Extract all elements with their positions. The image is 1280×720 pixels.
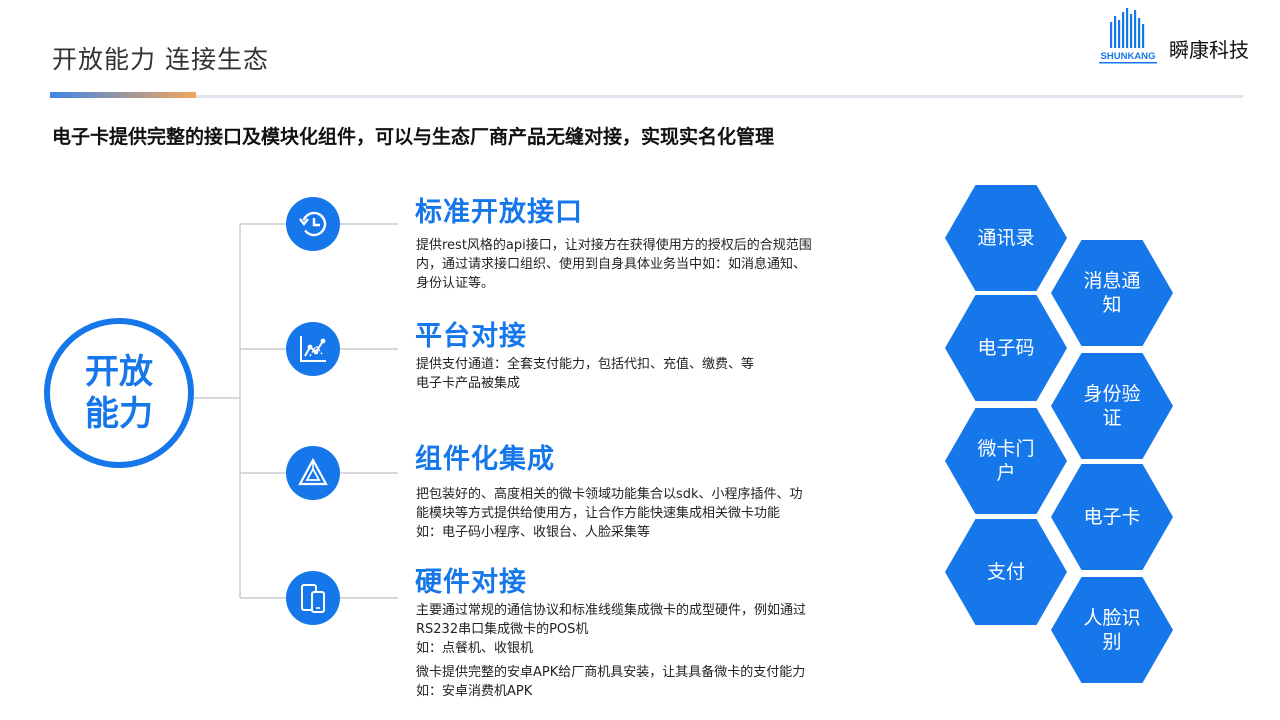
triangle-components-icon [286, 446, 340, 500]
company-name: 瞬康科技 [1169, 38, 1249, 62]
section-title-standard-api: 标准开放接口 [415, 197, 583, 228]
hex-identity-verification: 身份验证 [1051, 353, 1173, 459]
logo-bars-icon: SHUNKANG [1099, 8, 1157, 64]
section-title-hardware-integration: 硬件对接 [415, 567, 527, 598]
section-body-hardware-integration: 主要通过常规的通信协议和标准线缆集成微卡的成型硬件，例如通过 RS232串口集成… [416, 603, 807, 699]
company-logo: SHUNKANG [1096, 8, 1160, 66]
section-title-platform-integration: 平台对接 [415, 321, 527, 352]
hex-e-card: 电子卡 [1051, 464, 1173, 570]
svg-text:SHUNKANG: SHUNKANG [1101, 51, 1156, 62]
section-title-component-integration: 组件化集成 [415, 444, 555, 475]
hex-contacts: 通讯录 [945, 185, 1067, 291]
open-capability-circle: 开放 能力 [44, 318, 194, 468]
section-body-standard-api: 提供rest风格的api接口，让对接方在获得使用方的授权后的合规范围 内，通过请… [416, 238, 812, 291]
history-clock-icon [286, 197, 340, 251]
hex-weika-portal: 微卡门户 [945, 408, 1067, 514]
section-body-component-integration: 把包装好的、高度相关的微卡领域功能集合以sdk、小程序插件、功 能模块等方式提供… [416, 487, 803, 540]
mobile-devices-icon [286, 571, 340, 625]
hex-face-recognition: 人脸识别 [1051, 577, 1173, 683]
hex-e-code: 电子码 [945, 295, 1067, 401]
line-chart-icon [286, 322, 340, 376]
center-label: 开放 能力 [85, 352, 153, 434]
hex-payment: 支付 [945, 519, 1067, 625]
section-body-platform-integration: 提供支付通道：全套支付能力，包括代扣、充值、缴费、等 电子卡产品被集成 [416, 357, 755, 391]
hex-message-notification: 消息通知 [1051, 240, 1173, 346]
